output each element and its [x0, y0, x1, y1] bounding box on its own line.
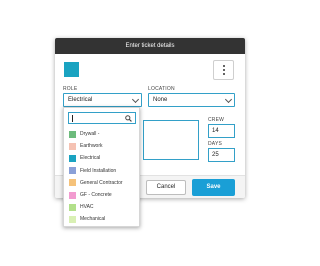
dropdown-item-label: Earthwork [80, 143, 103, 150]
dropdown-item[interactable]: Electrical [64, 152, 139, 164]
role-color-swatch [69, 203, 76, 211]
dropdown-item-label: HVAC [80, 204, 94, 211]
days-input[interactable]: 25 [208, 148, 235, 162]
cancel-button[interactable]: Cancel [146, 180, 186, 195]
role-color-swatch [69, 191, 76, 199]
role-color-swatch [69, 179, 76, 187]
role-select[interactable]: Electrical [63, 93, 142, 107]
location-value: None [153, 97, 168, 103]
dropdown-item[interactable]: Earthwork [64, 140, 139, 152]
search-icon [125, 115, 132, 122]
dropdown-item[interactable]: GF - Concrete [64, 189, 139, 201]
text-cursor [72, 115, 73, 122]
dropdown-item[interactable]: Drywall - [64, 128, 139, 140]
dropdown-item[interactable]: HVAC [64, 201, 139, 213]
kebab-icon [222, 64, 225, 76]
more-options-button[interactable] [213, 60, 234, 80]
chevron-down-icon [131, 95, 140, 104]
dropdown-item[interactable]: General Contractor [64, 177, 139, 189]
crew-label: CREW [208, 117, 225, 123]
dropdown-item[interactable]: Mechanical [64, 213, 139, 225]
role-color-swatch [69, 142, 76, 150]
days-label: DAYS [208, 141, 223, 147]
dialog-title: Enter ticket details [55, 38, 245, 54]
role-color-swatch [69, 130, 76, 138]
dropdown-item-label: Drywall - [80, 131, 100, 138]
save-button[interactable]: Save [192, 179, 235, 196]
role-color-swatch [69, 167, 76, 175]
dropdown-item-label: General Contractor [80, 179, 123, 186]
location-select[interactable]: None [148, 93, 235, 107]
chevron-down-icon [224, 95, 233, 104]
dropdown-search-input[interactable] [68, 112, 136, 124]
dropdown-list: Drywall - Earthwork Electrical Field Instal… [64, 128, 139, 226]
role-color-swatch [69, 154, 76, 162]
dropdown-item-label: Field Installation [80, 167, 117, 174]
dropdown-item[interactable]: Field Installation [64, 165, 139, 177]
role-label: ROLE [63, 86, 78, 92]
notes-textarea[interactable] [143, 120, 199, 160]
dropdown-item-label: GF - Concrete [80, 192, 112, 199]
location-label: LOCATION [148, 86, 175, 92]
dropdown-item-label: Electrical [80, 155, 101, 162]
dropdown-item-label: Mechanical [80, 216, 106, 223]
role-color-swatch [69, 215, 76, 223]
color-swatch[interactable] [64, 62, 79, 77]
role-dropdown-menu: Drywall - Earthwork Electrical Field Instal… [63, 107, 140, 227]
crew-input[interactable]: 14 [208, 124, 235, 138]
role-value: Electrical [68, 97, 93, 103]
